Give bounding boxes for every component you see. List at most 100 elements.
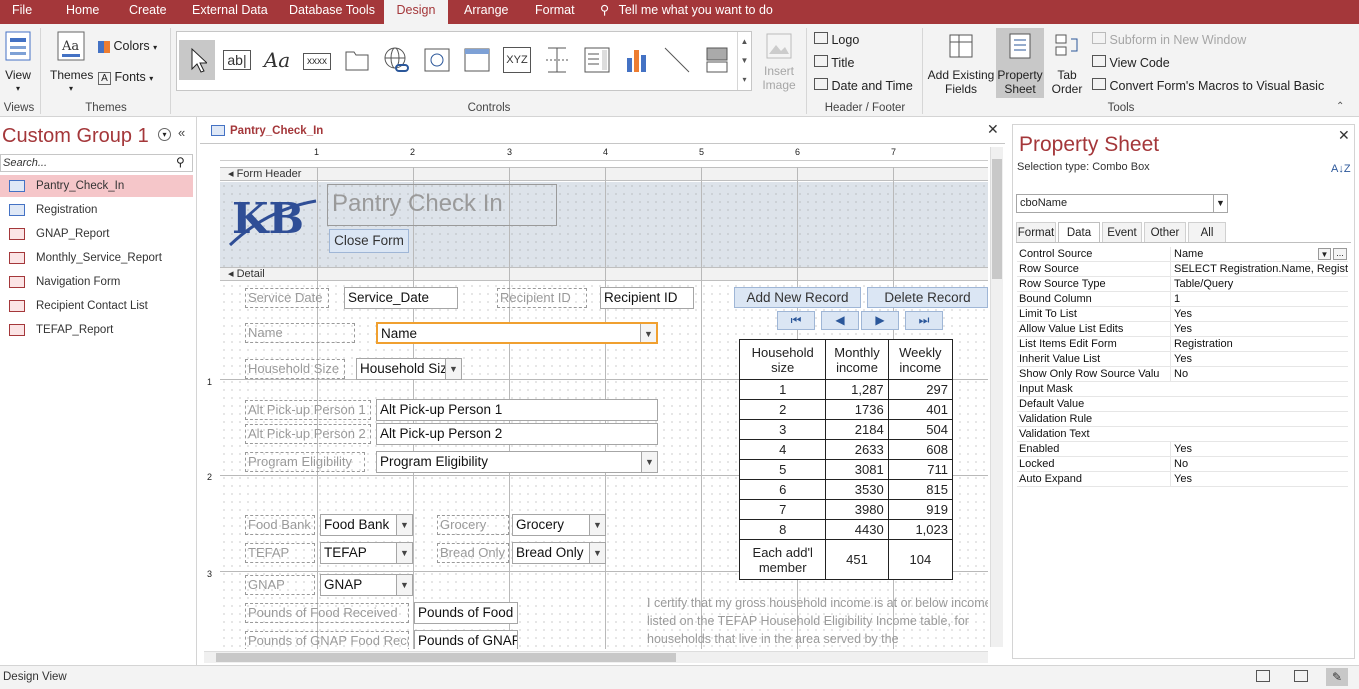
chevron-down-icon[interactable]: ▼ (589, 543, 605, 563)
nav-item-navigation-form[interactable]: Navigation Form (0, 271, 193, 293)
property-value[interactable]: No (1170, 457, 1348, 472)
form-header-band[interactable]: ◂ Form Header (220, 167, 988, 181)
income-table[interactable]: Household size Monthly income Weekly inc… (738, 339, 954, 580)
tab-data[interactable]: Data (1058, 222, 1100, 242)
property-row[interactable]: Input Mask (1017, 382, 1348, 397)
menu-home[interactable]: Home (66, 0, 99, 24)
layout-view-icon[interactable] (1294, 670, 1308, 682)
object-selector[interactable]: cboName ▼ (1016, 194, 1228, 213)
nav-title[interactable]: Custom Group 1 (2, 125, 149, 148)
bread-only-label[interactable]: Bread Only (437, 543, 509, 563)
service-date-field[interactable]: Service_Date (344, 287, 458, 309)
property-sheet-button[interactable]: Property Sheet (996, 28, 1044, 98)
page-break-tool[interactable] (539, 40, 575, 80)
property-value[interactable]: 1 (1170, 292, 1348, 307)
form-view-icon[interactable] (1256, 670, 1270, 682)
pounds-food-label[interactable]: Pounds of Food Received (245, 603, 409, 623)
nav-item-recipient-contact-list[interactable]: Recipient Contact List (0, 295, 193, 317)
property-row[interactable]: Row Source SELECT Registration.Name, Regi… (1017, 262, 1348, 277)
property-row[interactable]: Locked No (1017, 457, 1348, 472)
tab-event[interactable]: Event (1102, 222, 1142, 242)
property-row[interactable]: Validation Rule (1017, 412, 1348, 427)
close-icon[interactable]: ✕ (1338, 127, 1350, 144)
program-eligibility-combo[interactable]: Program Eligibility ▼ (376, 451, 658, 473)
tab-other[interactable]: Other (1144, 222, 1186, 242)
chevron-down-icon[interactable]: ▼ (1318, 248, 1331, 260)
menu-format[interactable]: Format (535, 0, 575, 24)
menu-arrange[interactable]: Arrange (464, 0, 508, 24)
property-value[interactable]: Registration (1170, 337, 1348, 352)
property-row[interactable]: List Items Edit Form Registration (1017, 337, 1348, 352)
document-tab[interactable]: Pantry_Check_In (204, 120, 326, 142)
grocery-combo[interactable]: Grocery ▼ (512, 514, 606, 536)
nav-item-pantry-check-in[interactable]: Pantry_Check_In (0, 175, 193, 197)
menu-design[interactable]: Design (384, 0, 448, 24)
view-code-button[interactable]: View Code (1092, 55, 1170, 70)
property-value[interactable]: Yes (1170, 307, 1348, 322)
certification-text[interactable]: I certify that my gross household income… (647, 594, 988, 649)
property-value[interactable]: No (1170, 367, 1348, 382)
property-row[interactable]: Default Value (1017, 397, 1348, 412)
tab-control-tool[interactable] (339, 40, 375, 80)
label-tool[interactable]: Aa (259, 40, 295, 80)
gallery-scroll[interactable]: ▲ ▼ ▾ (737, 32, 751, 90)
chevron-down-icon[interactable]: ▼ (640, 324, 656, 342)
tab-format[interactable]: Format (1016, 222, 1056, 242)
service-date-label[interactable]: Service Date (245, 288, 329, 308)
colors-button[interactable]: Colors ▾ (98, 39, 157, 53)
property-row[interactable]: Auto Expand Yes (1017, 472, 1348, 487)
tell-me-box[interactable]: ⚲ Tell me what you want to do (600, 0, 773, 24)
property-row[interactable]: Allow Value List Edits Yes (1017, 322, 1348, 337)
view-button[interactable]: View ▾ (2, 30, 34, 96)
menu-database-tools[interactable]: Database Tools (289, 0, 375, 24)
grocery-label[interactable]: Grocery (437, 515, 509, 535)
option-group-tool[interactable]: XYZ (499, 40, 535, 80)
gnap-combo[interactable]: GNAP ▼ (320, 574, 413, 596)
property-row[interactable]: Control Source Name ▼... (1017, 247, 1348, 262)
alt-pickup-1-label[interactable]: Alt Pick-up Person 1 (245, 400, 371, 420)
fonts-button[interactable]: A Fonts ▾ (98, 70, 153, 85)
menu-file[interactable]: File (12, 0, 32, 24)
form-design-canvas[interactable]: ◂ Form Header ◂ Detail KB Pantry Check I… (220, 167, 988, 649)
property-value[interactable]: Yes (1170, 322, 1348, 337)
shutter-bar-icon[interactable]: « (178, 125, 185, 140)
chevron-down-icon[interactable]: ▼ (1213, 195, 1227, 212)
menu-external-data[interactable]: External Data (192, 0, 268, 24)
household-size-label[interactable]: Household Size (245, 359, 345, 379)
pounds-gnap-label[interactable]: Pounds of GNAP Food Rece (245, 631, 409, 649)
alt-pickup-2-label[interactable]: Alt Pick-up Person 2 (245, 424, 371, 444)
web-browser-tool[interactable] (419, 40, 455, 80)
property-value[interactable]: Table/Query (1170, 277, 1348, 292)
combo-tool[interactable] (579, 40, 615, 80)
tefap-combo[interactable]: TEFAP ▼ (320, 542, 413, 564)
button-tool[interactable]: xxxx (299, 40, 335, 80)
nav-item-tefap-report[interactable]: TEFAP_Report (0, 319, 193, 341)
food-bank-label[interactable]: Food Bank (245, 515, 315, 535)
detail-band[interactable]: ◂ Detail (220, 267, 988, 281)
search-icon[interactable]: ⚲ (176, 155, 185, 169)
horizontal-scrollbar[interactable] (204, 651, 988, 663)
recipient-id-field[interactable]: Recipient ID (600, 287, 694, 309)
hyperlink-tool[interactable] (379, 40, 415, 80)
chevron-down-icon[interactable]: ▼ (641, 452, 657, 472)
rectangle-tool[interactable] (699, 40, 735, 80)
add-existing-fields-button[interactable]: Add Existing Fields (926, 32, 996, 96)
chevron-down-icon[interactable]: ▼ (396, 575, 412, 595)
tab-all[interactable]: All (1188, 222, 1226, 242)
line-tool[interactable] (659, 40, 695, 80)
chevron-down-icon[interactable]: ▼ (396, 515, 412, 535)
chevron-down-icon[interactable]: ▼ (445, 359, 461, 379)
title-button[interactable]: Title (814, 55, 854, 70)
nav-search-input[interactable]: Search... (0, 154, 193, 172)
property-value[interactable]: Yes (1170, 352, 1348, 367)
builder-icon[interactable]: ... (1333, 248, 1347, 260)
date-time-button[interactable]: Date and Time (814, 78, 913, 93)
property-value[interactable]: SELECT Registration.Name, Registr (1170, 262, 1348, 277)
food-bank-combo[interactable]: Food Bank ▼ (320, 514, 413, 536)
pounds-food-field[interactable]: Pounds of Food (414, 602, 518, 624)
nav-item-gnap-report[interactable]: GNAP_Report (0, 223, 193, 245)
last-record-button[interactable]: ⏭ (905, 311, 943, 330)
first-record-button[interactable]: ⏮ (777, 311, 815, 330)
close-form-button[interactable]: Close Form (329, 229, 409, 253)
next-record-button[interactable]: ▶ (861, 311, 899, 330)
